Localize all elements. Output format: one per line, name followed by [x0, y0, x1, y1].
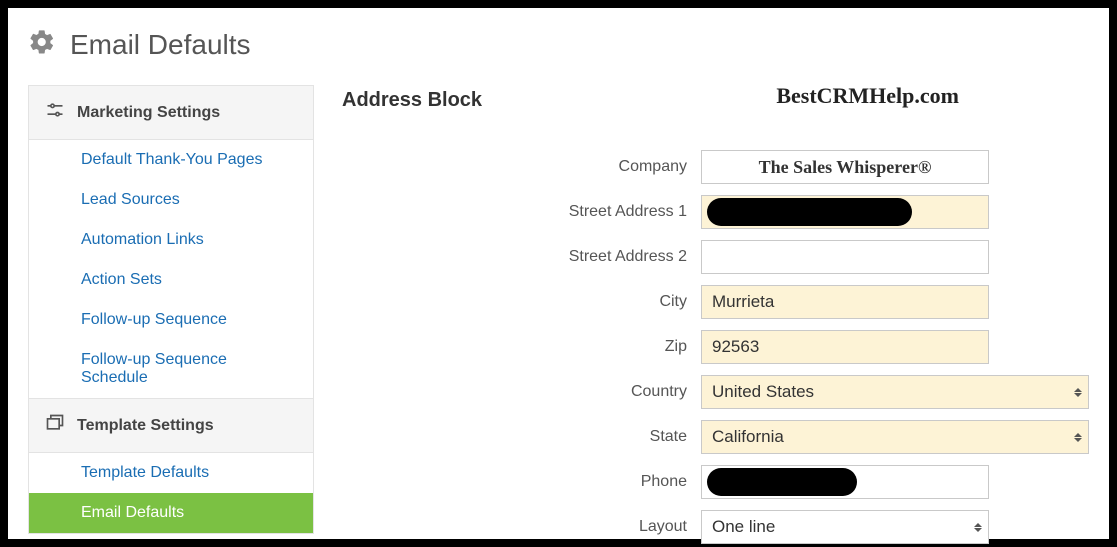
sidebar-item-lead-sources[interactable]: Lead Sources [29, 180, 313, 220]
street2-field[interactable] [701, 240, 989, 274]
main-content: BestCRMHelp.com Address Block Company St… [342, 85, 1089, 544]
templates-icon [45, 413, 65, 438]
country-select[interactable] [701, 375, 1089, 409]
company-field[interactable] [701, 150, 989, 184]
page-title: Email Defaults [70, 29, 251, 61]
label-company: Company [342, 158, 687, 176]
sidebar-item-follow-up-sequence[interactable]: Follow-up Sequence [29, 300, 313, 340]
gear-icon [28, 28, 56, 61]
sliders-icon [45, 100, 65, 125]
watermark-text: BestCRMHelp.com [776, 83, 959, 109]
redaction-bar [707, 468, 857, 496]
city-field[interactable] [701, 285, 989, 319]
section-title: Marketing Settings [77, 104, 220, 122]
sidebar-item-thank-you-pages[interactable]: Default Thank-You Pages [29, 140, 313, 180]
layout-select[interactable] [701, 510, 989, 544]
sidebar-item-template-defaults[interactable]: Template Defaults [29, 453, 313, 493]
label-street2: Street Address 2 [342, 248, 687, 266]
page-header: Email Defaults [28, 28, 1089, 61]
zip-field[interactable] [701, 330, 989, 364]
label-layout: Layout [342, 518, 687, 536]
section-title: Template Settings [77, 417, 214, 435]
section-heading-address-block: Address Block [342, 89, 1089, 112]
label-city: City [342, 293, 687, 311]
label-state: State [342, 428, 687, 446]
sidebar-item-automation-links[interactable]: Automation Links [29, 220, 313, 260]
label-phone: Phone [342, 473, 687, 491]
state-select[interactable] [701, 420, 1089, 454]
section-header-template: Template Settings [29, 399, 313, 453]
settings-sidebar: Marketing Settings Default Thank-You Pag… [28, 85, 314, 534]
label-country: Country [342, 383, 687, 401]
address-form: Company Street Address 1 Street Address … [342, 150, 1089, 544]
sidebar-item-email-defaults[interactable]: Email Defaults [29, 493, 313, 533]
label-zip: Zip [342, 338, 687, 356]
label-street1: Street Address 1 [342, 203, 687, 221]
section-header-marketing: Marketing Settings [29, 86, 313, 140]
sidebar-item-action-sets[interactable]: Action Sets [29, 260, 313, 300]
sidebar-item-follow-up-schedule[interactable]: Follow-up Sequence Schedule [29, 340, 313, 398]
redaction-bar [707, 198, 912, 226]
